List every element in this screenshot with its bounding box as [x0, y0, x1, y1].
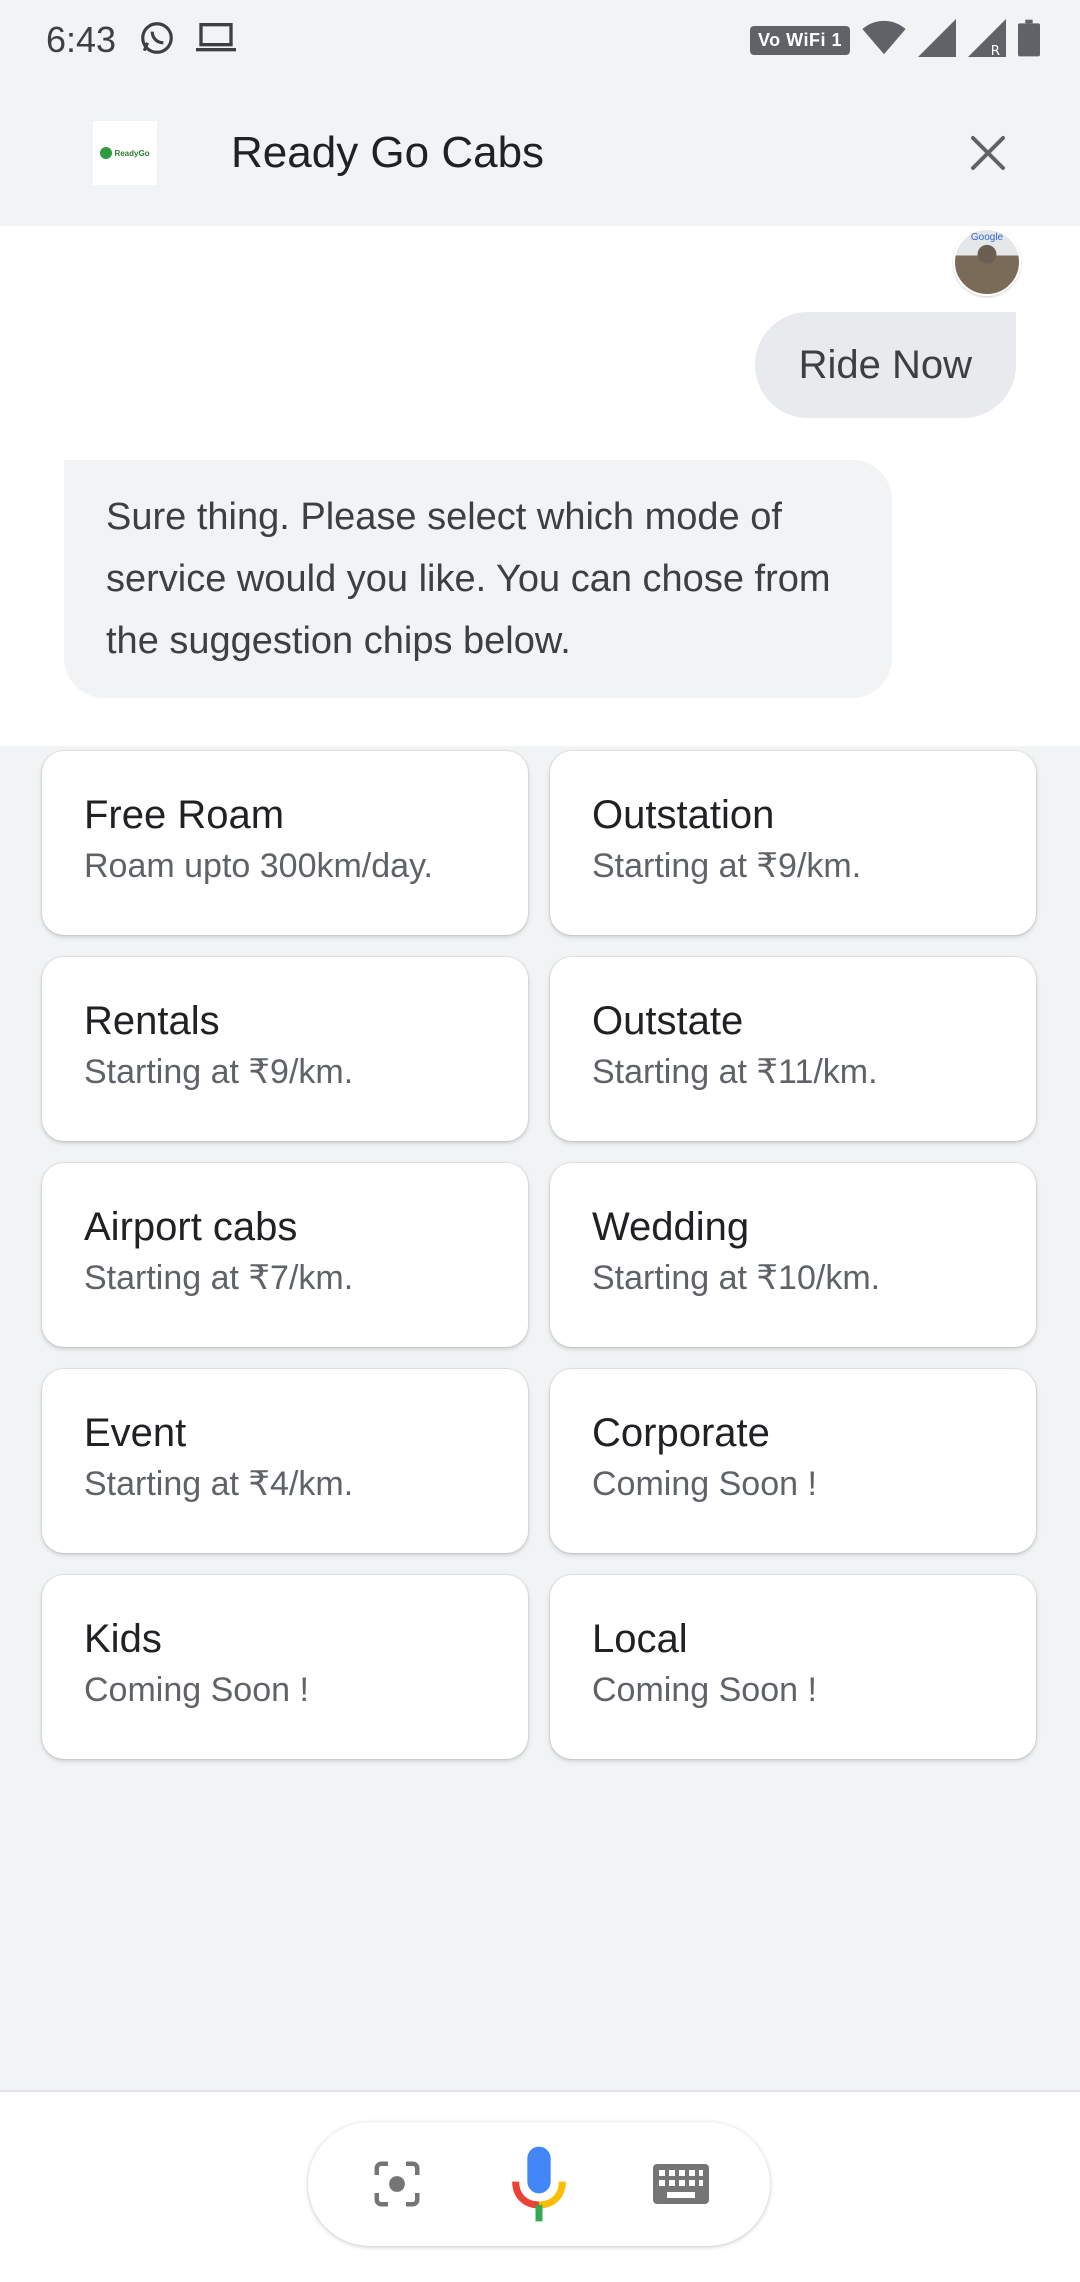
- chip-subtitle: Coming Soon !: [592, 1671, 817, 1709]
- chip-subtitle: Starting at ₹4/km.: [84, 1465, 354, 1503]
- status-notification-icons: [138, 19, 237, 62]
- chip-title: Outstation: [592, 793, 775, 837]
- chip-local[interactable]: Local Coming Soon !: [550, 1575, 1036, 1759]
- chip-title: Wedding: [592, 1205, 750, 1249]
- chip-subtitle: Coming Soon !: [592, 1465, 817, 1503]
- microphone-icon: [512, 2146, 566, 2222]
- chip-title: Corporate: [592, 1411, 770, 1455]
- user-message-text: Ride Now: [798, 342, 972, 387]
- status-time: 6:43: [46, 19, 117, 60]
- close-button[interactable]: [958, 123, 1018, 183]
- avatar-label: Google: [970, 232, 1004, 243]
- keyboard-button[interactable]: [646, 2149, 716, 2219]
- chip-airport-cabs[interactable]: Airport cabs Starting at ₹7/km.: [42, 1163, 528, 1347]
- chip-title: Rentals: [84, 999, 220, 1043]
- laptop-icon: [196, 21, 237, 60]
- chip-title: Kids: [84, 1617, 162, 1661]
- chip-outstate[interactable]: Outstate Starting at ₹11/km.: [550, 957, 1036, 1141]
- chip-title: Airport cabs: [84, 1205, 298, 1249]
- lens-icon: [374, 2161, 420, 2207]
- status-system-icons: Vo WiFi 1 R: [749, 18, 1040, 62]
- close-icon: [971, 136, 1005, 170]
- bot-message-text: Sure thing. Please select which mode of …: [106, 496, 831, 662]
- chip-title: Event: [84, 1411, 187, 1455]
- lens-button[interactable]: [362, 2149, 432, 2219]
- bot-message-bubble: Sure thing. Please select which mode of …: [64, 460, 892, 698]
- chip-subtitle: Starting at ₹9/km.: [84, 1053, 354, 1091]
- chip-rentals[interactable]: Rentals Starting at ₹9/km.: [42, 957, 528, 1141]
- chip-kids[interactable]: Kids Coming Soon !: [42, 1575, 528, 1759]
- status-bar: 6:43 Vo WiFi 1 R: [0, 0, 1080, 80]
- app-bar: ReadyGo Ready Go Cabs: [0, 80, 1080, 226]
- chip-subtitle: Starting at ₹9/km.: [592, 847, 862, 885]
- microphone-button[interactable]: [504, 2146, 574, 2222]
- signal-roaming-icon: R: [968, 18, 1006, 62]
- avatar: Google: [953, 228, 1021, 296]
- user-message-bubble: Ride Now: [754, 312, 1016, 418]
- chip-event[interactable]: Event Starting at ₹4/km.: [42, 1369, 528, 1553]
- chip-title: Outstate: [592, 999, 744, 1043]
- chip-subtitle: Starting at ₹10/km.: [592, 1259, 881, 1297]
- volte-badge: Vo WiFi 1: [749, 25, 850, 55]
- chip-subtitle: Starting at ₹7/km.: [84, 1259, 354, 1297]
- battery-icon: [1018, 19, 1040, 62]
- signal-icon: [918, 18, 956, 62]
- svg-text:R: R: [991, 44, 1000, 57]
- app-logo: ReadyGo: [93, 121, 157, 185]
- input-pill: [308, 2122, 770, 2246]
- suggestion-chips: Free Roam Roam upto 300km/day. Outstatio…: [42, 751, 1038, 1759]
- chip-title: Local: [592, 1617, 688, 1661]
- chip-subtitle: Starting at ₹11/km.: [592, 1053, 878, 1091]
- logo-mark-icon: [100, 147, 113, 159]
- app-title: Ready Go Cabs: [231, 128, 545, 177]
- bottom-input-bar: [0, 2090, 1080, 2282]
- chip-outstation[interactable]: Outstation Starting at ₹9/km.: [550, 751, 1036, 935]
- keyboard-icon: [653, 2164, 709, 2204]
- chip-title: Free Roam: [84, 793, 285, 837]
- chip-subtitle: Roam upto 300km/day.: [84, 847, 433, 885]
- chip-corporate[interactable]: Corporate Coming Soon !: [550, 1369, 1036, 1553]
- whatsapp-icon: [138, 19, 176, 62]
- logo-text: ReadyGo: [114, 148, 150, 158]
- chip-free-roam[interactable]: Free Roam Roam upto 300km/day.: [42, 751, 528, 935]
- chip-subtitle: Coming Soon !: [84, 1671, 309, 1709]
- chip-wedding[interactable]: Wedding Starting at ₹10/km.: [550, 1163, 1036, 1347]
- conversation-area[interactable]: Google Ride Now Sure thing. Please selec…: [0, 226, 1080, 2090]
- wifi-icon: [862, 20, 906, 61]
